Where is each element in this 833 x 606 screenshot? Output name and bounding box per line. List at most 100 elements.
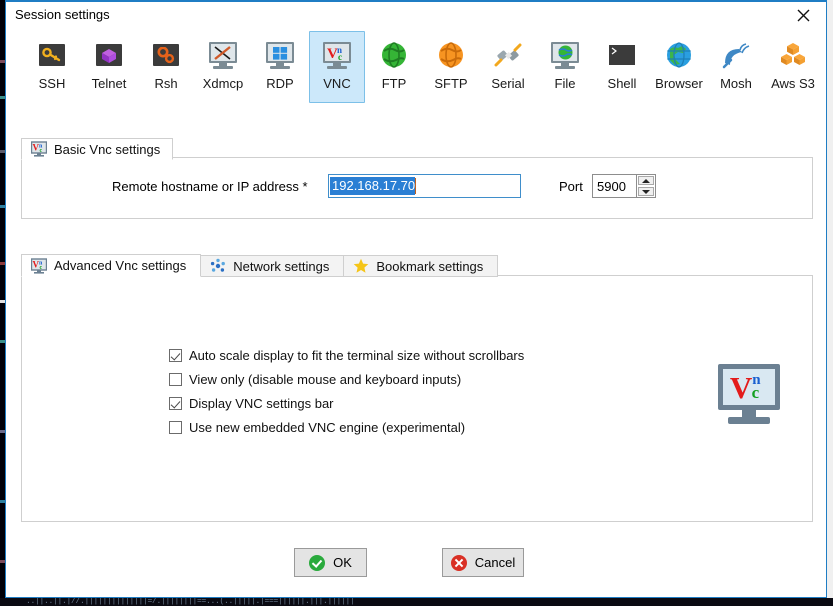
svg-text:c: c bbox=[338, 52, 342, 61]
checkbox-box bbox=[169, 349, 182, 362]
protocol-label: SFTP bbox=[434, 76, 468, 91]
protocol-label: File bbox=[554, 76, 576, 91]
remote-host-label: Remote hostname or IP address * bbox=[112, 179, 308, 194]
checkbox-view-only[interactable]: View only (disable mouse and keyboard in… bbox=[169, 372, 461, 387]
checkbox-label: Use new embedded VNC engine (experimenta… bbox=[189, 420, 466, 435]
checkbox-label: Display VNC settings bar bbox=[189, 396, 334, 411]
windows-monitor-icon bbox=[264, 39, 296, 71]
blue-globe-icon bbox=[663, 39, 695, 71]
green-check-icon bbox=[309, 554, 326, 571]
protocol-ftp[interactable]: FTP bbox=[366, 31, 422, 103]
port-stepper[interactable]: 5900 bbox=[592, 174, 656, 198]
protocol-rsh[interactable]: Rsh bbox=[138, 31, 194, 103]
checkbox-display-settings-bar[interactable]: Display VNC settings bar bbox=[169, 396, 334, 411]
svg-text:c: c bbox=[40, 265, 43, 271]
green-globe-icon bbox=[378, 39, 410, 71]
key-icon bbox=[36, 39, 68, 71]
cube-icon bbox=[93, 39, 125, 71]
protocol-sftp[interactable]: SFTP bbox=[423, 31, 479, 103]
protocol-rdp[interactable]: RDP bbox=[252, 31, 308, 103]
vnc-logo-letter-c: c bbox=[751, 382, 760, 402]
network-dots-icon bbox=[210, 258, 226, 274]
protocol-vnc[interactable]: V n c VNC bbox=[309, 31, 365, 103]
protocol-label: Rsh bbox=[154, 76, 178, 91]
vnc-monitor-icon: V n c bbox=[321, 39, 353, 71]
ok-button[interactable]: OK bbox=[294, 548, 367, 577]
protocol-ssh[interactable]: SSH bbox=[24, 31, 80, 103]
cancel-button-label: Cancel bbox=[474, 555, 516, 570]
checkbox-label: Auto scale display to fit the terminal s… bbox=[189, 348, 525, 363]
protocol-label: Serial bbox=[491, 76, 525, 91]
spin-down-button[interactable] bbox=[638, 187, 654, 196]
protocol-label: RDP bbox=[266, 76, 294, 91]
background-strip-text: ..||..||.|//.||||||||||||||=/.||||||||==… bbox=[26, 598, 355, 606]
orange-globe-icon bbox=[435, 39, 467, 71]
port-label: Port bbox=[559, 179, 583, 194]
spin-up-button[interactable] bbox=[638, 176, 654, 185]
protocol-label: Browser bbox=[655, 76, 703, 91]
terminal-icon bbox=[606, 39, 638, 71]
protocol-file[interactable]: File bbox=[537, 31, 593, 103]
background-right-strip bbox=[827, 0, 833, 598]
star-icon bbox=[353, 258, 369, 274]
protocol-label: Shell bbox=[607, 76, 637, 91]
checkbox-box bbox=[169, 373, 182, 386]
checkbox-box bbox=[169, 421, 182, 434]
tab-label: Network settings bbox=[233, 258, 330, 274]
protocol-aws-s3[interactable]: Aws S3 bbox=[765, 31, 821, 103]
tab-bookmark-settings[interactable]: Bookmark settings bbox=[344, 255, 499, 277]
cancel-button[interactable]: Cancel bbox=[442, 548, 524, 577]
port-spin-arrows bbox=[636, 175, 655, 197]
tab-label: Bookmark settings bbox=[376, 258, 484, 274]
protocol-shell[interactable]: Shell bbox=[594, 31, 650, 103]
protocol-mosh[interactable]: Mosh bbox=[708, 31, 764, 103]
protocol-xdmcp[interactable]: Xdmcp bbox=[195, 31, 251, 103]
close-icon[interactable] bbox=[781, 2, 826, 28]
advanced-settings-group: V n c Advanced Vnc settings Network sett… bbox=[21, 254, 813, 522]
basic-vnc-settings-tab-label: Basic Vnc settings bbox=[54, 141, 161, 157]
background-bottom-strip: ..||..||.|//.||||||||||||||=/.||||||||==… bbox=[0, 598, 833, 606]
text-caret bbox=[415, 178, 417, 194]
satellite-dish-icon bbox=[720, 39, 752, 71]
plug-icon bbox=[492, 39, 524, 71]
basic-vnc-settings-group: V n c Basic Vnc settings Remote hostname… bbox=[21, 138, 813, 219]
vnc-monitor-icon: V n c bbox=[30, 141, 48, 157]
checkbox-new-engine[interactable]: Use new embedded VNC engine (experimenta… bbox=[169, 420, 465, 435]
ok-button-label: OK bbox=[333, 555, 352, 570]
protocol-browser[interactable]: Browser bbox=[651, 31, 707, 103]
protocol-label: Telnet bbox=[91, 76, 127, 91]
advanced-tabstrip: V n c Advanced Vnc settings Network sett… bbox=[21, 254, 499, 277]
aws-cubes-icon bbox=[777, 39, 809, 71]
checkbox-auto-scale[interactable]: Auto scale display to fit the terminal s… bbox=[169, 348, 524, 363]
remote-host-input[interactable]: 192.168.17.70 bbox=[328, 174, 521, 198]
remote-host-value: 192.168.17.70 bbox=[330, 177, 416, 195]
protocol-toolbar: SSH Telnet Rsh Xdmcp RDP V n c VNC FTP S… bbox=[6, 31, 826, 119]
session-settings-dialog: Session settings SSH Telnet Rsh Xdmcp RD… bbox=[5, 0, 827, 598]
tab-label: Advanced Vnc settings bbox=[54, 258, 187, 273]
globe-monitor-icon bbox=[549, 39, 581, 71]
page-title: Session settings bbox=[15, 7, 110, 22]
protocol-label: SSH bbox=[38, 76, 66, 91]
checkbox-box bbox=[169, 397, 182, 410]
protocol-telnet[interactable]: Telnet bbox=[81, 31, 137, 103]
gears-icon bbox=[150, 39, 182, 71]
protocol-serial[interactable]: Serial bbox=[480, 31, 536, 103]
screenshot-root: ..||..||.|//.||||||||||||||=/.||||||||==… bbox=[0, 0, 833, 606]
svg-text:c: c bbox=[40, 148, 43, 154]
vnc-logo-letter-v: V bbox=[729, 369, 753, 405]
checkbox-label: View only (disable mouse and keyboard in… bbox=[189, 372, 462, 387]
protocol-label: VNC bbox=[323, 76, 351, 91]
protocol-label: Aws S3 bbox=[771, 76, 815, 91]
vnc-logo-icon: V n c bbox=[716, 364, 782, 426]
dialog-titlebar: Session settings bbox=[6, 2, 826, 29]
vnc-monitor-icon: V n c bbox=[30, 257, 48, 274]
protocol-label: Mosh bbox=[720, 76, 752, 91]
protocol-label: Xdmcp bbox=[202, 76, 244, 91]
basic-vnc-settings-tab[interactable]: V n c Basic Vnc settings bbox=[21, 138, 174, 160]
port-value: 5900 bbox=[597, 178, 626, 194]
tab-advanced-vnc-settings[interactable]: V n c Advanced Vnc settings bbox=[21, 254, 202, 277]
x-monitor-icon bbox=[207, 39, 239, 71]
protocol-label: FTP bbox=[381, 76, 407, 91]
tab-network-settings[interactable]: Network settings bbox=[201, 255, 345, 277]
red-x-icon bbox=[450, 554, 467, 571]
